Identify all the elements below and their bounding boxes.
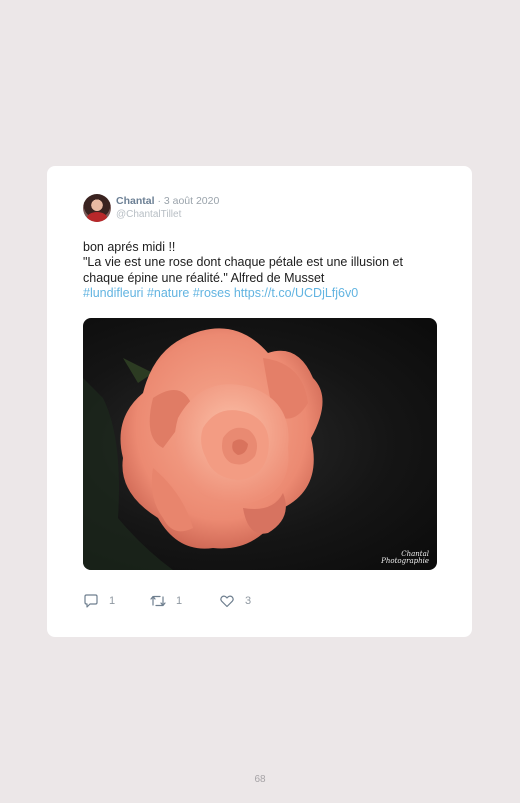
retweet-icon[interactable] [150, 593, 166, 609]
retweet-action[interactable]: 1 [150, 593, 182, 609]
tweet-url-link[interactable]: https://t.co/UCDjLfj6v0 [234, 286, 358, 300]
tweet-text-line: chaque épine une réalité." Alfred de Mus… [83, 270, 325, 285]
author-name[interactable]: Chantal [116, 195, 155, 207]
rose-illustration [83, 328, 323, 570]
tweet-text: bon aprés midi !! "La vie est une rose d… [83, 240, 433, 301]
hashtag-link[interactable]: #lundifleuri [83, 286, 143, 300]
author-row: Chantal · 3 août 2020 [116, 195, 219, 207]
like-action[interactable]: 3 [219, 593, 251, 609]
tweet-card: Chantal · 3 août 2020 @ChantalTillet bon… [47, 166, 472, 637]
retweet-count: 1 [176, 595, 183, 607]
photo-signature: Chantal Photographie [381, 551, 429, 565]
tweet-text-line: bon aprés midi !! [83, 240, 176, 254]
tweet-photo[interactable]: Chantal Photographie [83, 318, 437, 570]
tweet-text-line: "La vie est une rose dont chaque pétale … [83, 255, 403, 270]
heart-icon[interactable] [219, 593, 235, 609]
signature-line: Photographie [381, 557, 429, 565]
author-handle[interactable]: @ChantalTillet [116, 209, 181, 220]
reply-icon[interactable] [83, 593, 99, 609]
hashtag-link[interactable]: #nature [147, 286, 189, 300]
tweet-links-line: #lundifleuri #nature #roses https://t.co… [83, 286, 433, 301]
page-number: 68 [254, 774, 266, 785]
reply-action[interactable]: 1 [83, 593, 115, 609]
avatar[interactable] [83, 194, 111, 222]
reply-count: 1 [109, 595, 116, 607]
hashtag-link[interactable]: #roses [193, 286, 231, 300]
tweet-date[interactable]: · 3 août 2020 [157, 195, 219, 207]
like-count: 3 [245, 595, 252, 607]
